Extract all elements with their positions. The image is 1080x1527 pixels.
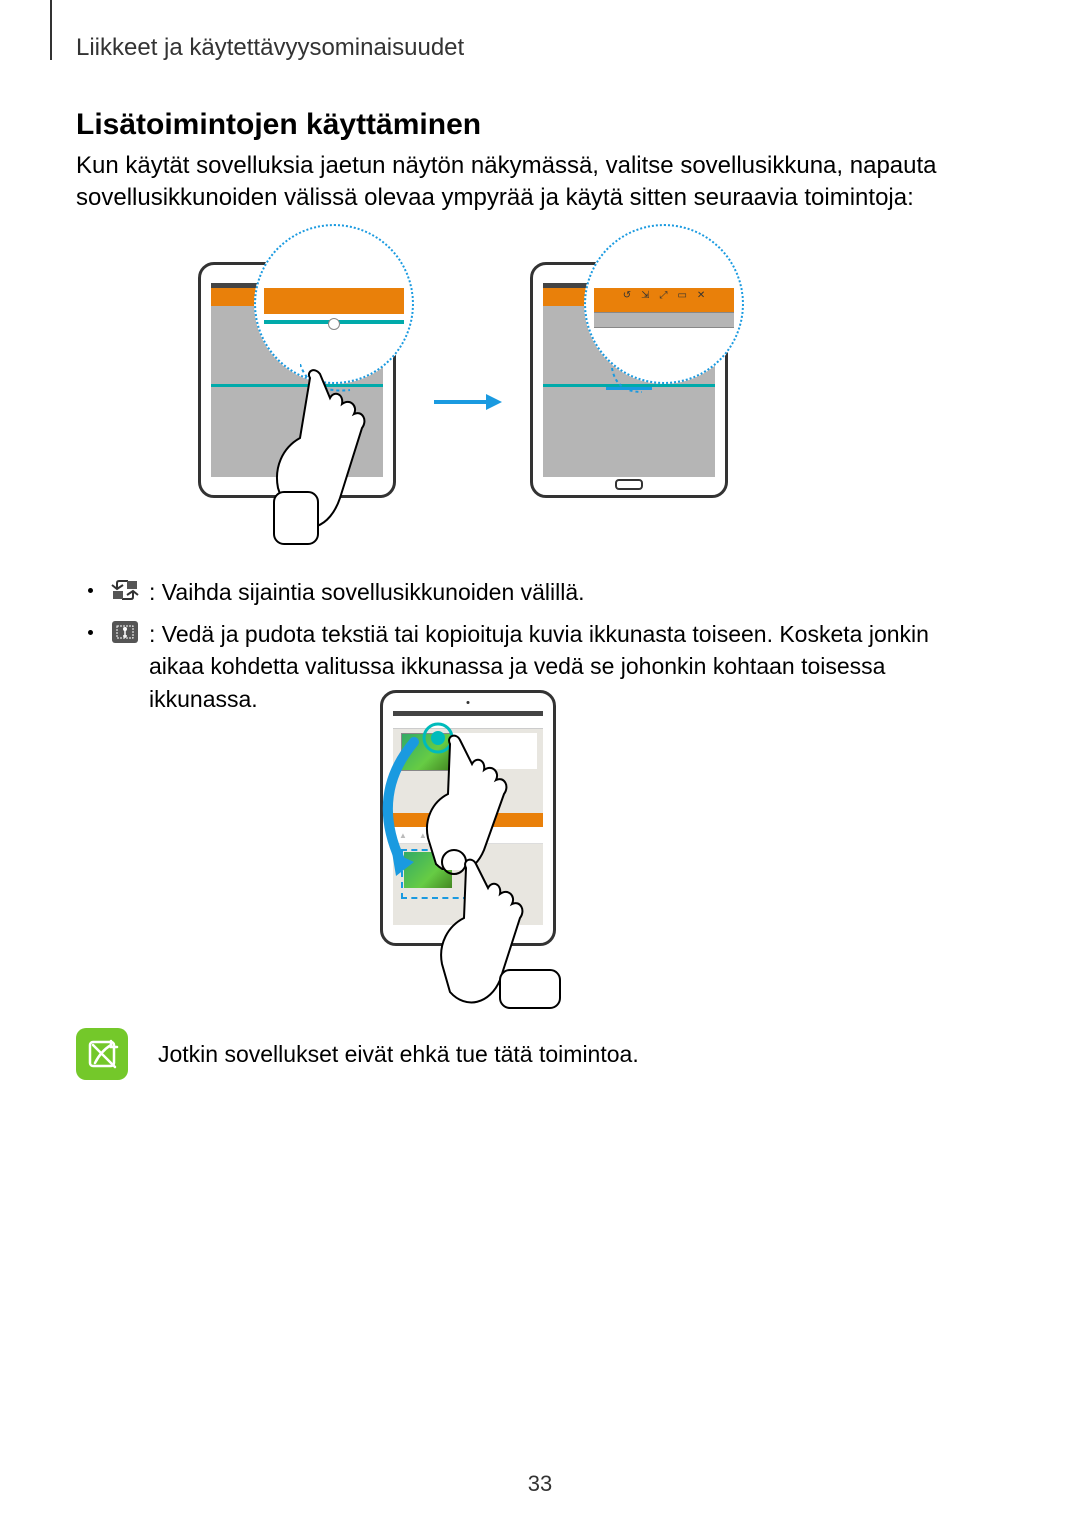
bullet-dot-icon [88, 588, 93, 593]
close-icon: ✕ [697, 290, 705, 301]
hand-icon [438, 840, 608, 1010]
figure-split-window: ↺ ⇲ ⤢ ▭ ✕ [0, 218, 1080, 562]
drag-content-icon [109, 618, 141, 646]
intro-paragraph: Kun käytät sovelluksia jaetun näytön näk… [76, 150, 966, 215]
section-title: Lisätoimintojen käyttäminen [76, 108, 481, 142]
drag-icon: ⇲ [641, 290, 649, 301]
breadcrumb: Liikkeet ja käytettävyysominaisuudet [76, 34, 464, 62]
zoom-circle-right: ↺ ⇲ ⤢ ▭ ✕ [584, 224, 744, 384]
minimize-icon: ▭ [677, 290, 686, 301]
figure-drag-drop: ▲▲≡ [380, 690, 640, 1030]
dotted-guide-right [602, 368, 702, 408]
list-item: : Vaihda sijaintia sovellusikkunoiden vä… [88, 576, 958, 608]
zoom-circle-left [254, 224, 414, 384]
bullet-dot-icon [88, 630, 93, 635]
arrow-icon [432, 390, 502, 414]
hand-icon [270, 368, 400, 548]
header-rule [50, 0, 52, 60]
note-icon [76, 1028, 128, 1080]
note-callout: Jotkin sovellukset eivät ehkä tue tätä t… [76, 1028, 639, 1080]
swap-windows-icon [109, 576, 141, 604]
bullet-text: : Vaihda sijaintia sovellusikkunoiden vä… [149, 576, 585, 608]
expand-icon: ⤢ [659, 290, 667, 301]
page-number: 33 [528, 1471, 552, 1497]
swap-icon: ↺ [623, 290, 631, 301]
note-text: Jotkin sovellukset eivät ehkä tue tätä t… [158, 1041, 639, 1068]
